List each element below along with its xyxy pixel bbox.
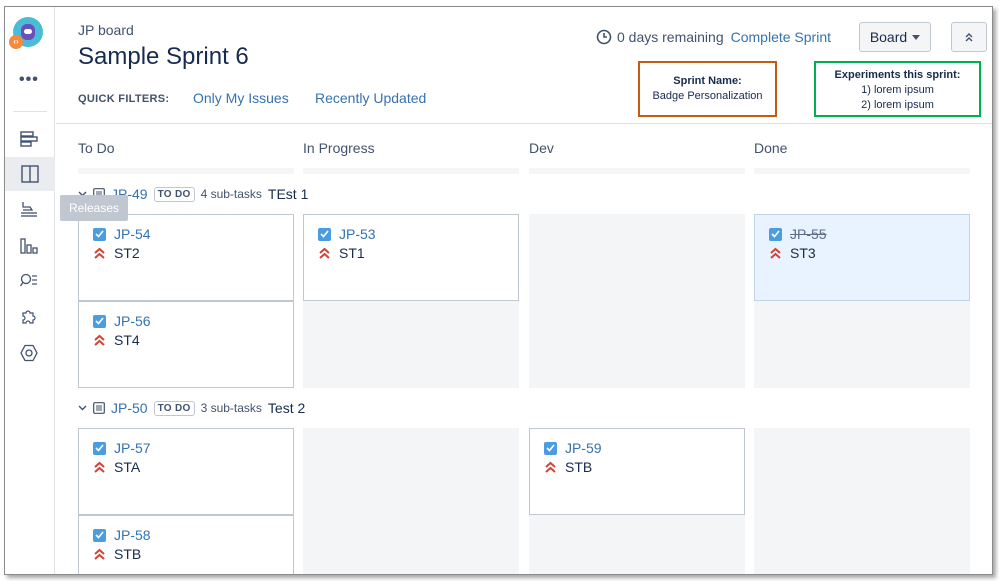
page-title: Sample Sprint 6	[78, 43, 249, 70]
card-summary: ST2	[114, 245, 140, 261]
clock-icon	[596, 29, 612, 45]
app-window: ‹› ••• Releases JP board Sample Sprint 6	[4, 6, 993, 575]
card-summary: ST3	[790, 245, 816, 261]
settings-icon[interactable]	[17, 341, 41, 365]
issues-search-icon[interactable]	[17, 269, 41, 293]
issue-card[interactable]: JP-59 STB	[529, 428, 745, 515]
filter-recently-updated[interactable]: Recently Updated	[315, 90, 426, 106]
sprint-name-note: Sprint Name: Badge Personalization	[638, 61, 777, 117]
sidebar-divider	[13, 111, 47, 112]
backlog-icon[interactable]	[17, 127, 41, 151]
column-header-dev: Dev	[529, 140, 554, 156]
status-badge: TO DO	[153, 186, 195, 202]
column-header-done: Done	[754, 140, 788, 156]
board-button[interactable]: Board	[859, 22, 931, 52]
releases-icon[interactable]	[17, 197, 41, 221]
priority-high-icon	[319, 247, 330, 259]
swimlane-issue-key[interactable]: JP-50	[111, 400, 148, 416]
subtask-count: 3 sub-tasks	[200, 401, 262, 415]
issue-card[interactable]: JP-53 ST1	[303, 214, 519, 301]
releases-tooltip: Releases	[60, 195, 129, 221]
subtask-checkbox-icon	[769, 227, 782, 241]
card-key[interactable]: JP-54	[114, 226, 151, 242]
priority-high-icon	[545, 461, 556, 473]
more-icon[interactable]: •••	[19, 71, 39, 89]
subtask-checkbox-icon	[93, 528, 106, 542]
issue-card[interactable]: JP-56 ST4	[78, 301, 294, 388]
column-header-in-progress: In Progress	[303, 140, 375, 156]
sprint-name-note-title: Sprint Name:	[673, 75, 742, 87]
card-key[interactable]: JP-56	[114, 313, 151, 329]
experiments-note-line2: 2) lorem ipsum	[861, 99, 934, 111]
project-badge-icon: ‹›	[9, 35, 23, 49]
subtask-checkbox-icon	[93, 227, 106, 241]
reports-icon[interactable]	[17, 233, 41, 257]
swimlane-summary: TEst 1	[267, 186, 309, 202]
card-key[interactable]: JP-53	[339, 226, 376, 242]
subtask-checkbox-icon	[318, 227, 331, 241]
caret-down-icon	[912, 34, 921, 40]
subtask-count: 4 sub-tasks	[200, 187, 262, 201]
subtask-checkbox-icon	[544, 441, 557, 455]
priority-high-icon	[94, 334, 105, 346]
priority-high-icon	[94, 247, 105, 259]
filter-only-my-issues[interactable]: Only My Issues	[193, 90, 289, 106]
experiments-note-line1: 1) lorem ipsum	[861, 84, 934, 96]
sidebar: ‹› •••	[5, 7, 55, 574]
column-bar	[303, 168, 519, 174]
card-summary: STB	[565, 459, 593, 475]
experiments-note: Experiments this sprint: 1) lorem ipsum …	[814, 61, 981, 117]
experiments-note-title: Experiments this sprint:	[834, 69, 961, 81]
project-avatar[interactable]: ‹›	[9, 17, 43, 49]
status-badge: TO DO	[153, 400, 195, 416]
collapse-header-button[interactable]	[951, 22, 987, 52]
card-summary: ST1	[339, 245, 365, 261]
swimlane-header[interactable]: JP-50 TO DO 3 sub-tasks Test 2	[78, 398, 305, 418]
column-bar	[78, 168, 294, 174]
card-key[interactable]: JP-57	[114, 440, 151, 456]
double-chevron-up-icon	[965, 33, 973, 42]
quick-filters-label: QUICK FILTERS:	[78, 93, 170, 105]
add-ons-icon[interactable]	[17, 305, 41, 329]
complete-sprint-link[interactable]: Complete Sprint	[731, 29, 831, 45]
card-key[interactable]: JP-59	[565, 440, 602, 456]
story-icon	[93, 402, 105, 414]
subtask-checkbox-icon	[93, 441, 106, 455]
swimlane-summary: Test 2	[267, 400, 306, 416]
board-cell	[754, 428, 970, 574]
sprint-name-note-value: Badge Personalization	[652, 90, 763, 102]
card-summary: ST4	[114, 332, 140, 348]
board-main: JP board Sample Sprint 6 QUICK FILTERS: …	[56, 7, 992, 574]
priority-high-icon	[94, 548, 105, 560]
card-key[interactable]: JP-58	[114, 527, 151, 543]
column-bar	[529, 168, 745, 174]
days-remaining: 0 days remaining	[617, 29, 724, 45]
chevron-down-icon[interactable]	[78, 405, 87, 411]
subtask-checkbox-icon	[93, 314, 106, 328]
issue-card[interactable]: JP-57 STA	[78, 428, 294, 515]
issue-card-done[interactable]: JP-55 ST3	[754, 214, 970, 301]
project-name[interactable]: JP board	[78, 22, 134, 38]
board-button-label: Board	[869, 29, 908, 45]
priority-high-icon	[770, 247, 781, 259]
board-icon[interactable]	[5, 157, 55, 191]
column-header-to-do: To Do	[78, 140, 115, 156]
issue-card[interactable]: JP-54 ST2	[78, 214, 294, 301]
issue-card[interactable]: JP-58 STB	[78, 515, 294, 574]
card-summary: STB	[114, 546, 142, 562]
sprint-info: 0 days remaining Complete Sprint	[596, 29, 831, 45]
board-cell	[303, 428, 519, 574]
header-divider	[56, 123, 992, 124]
board-cell	[529, 214, 745, 388]
card-key[interactable]: JP-55	[790, 226, 827, 242]
column-bar	[754, 168, 970, 174]
card-summary: STA	[114, 459, 141, 475]
priority-high-icon	[94, 461, 105, 473]
